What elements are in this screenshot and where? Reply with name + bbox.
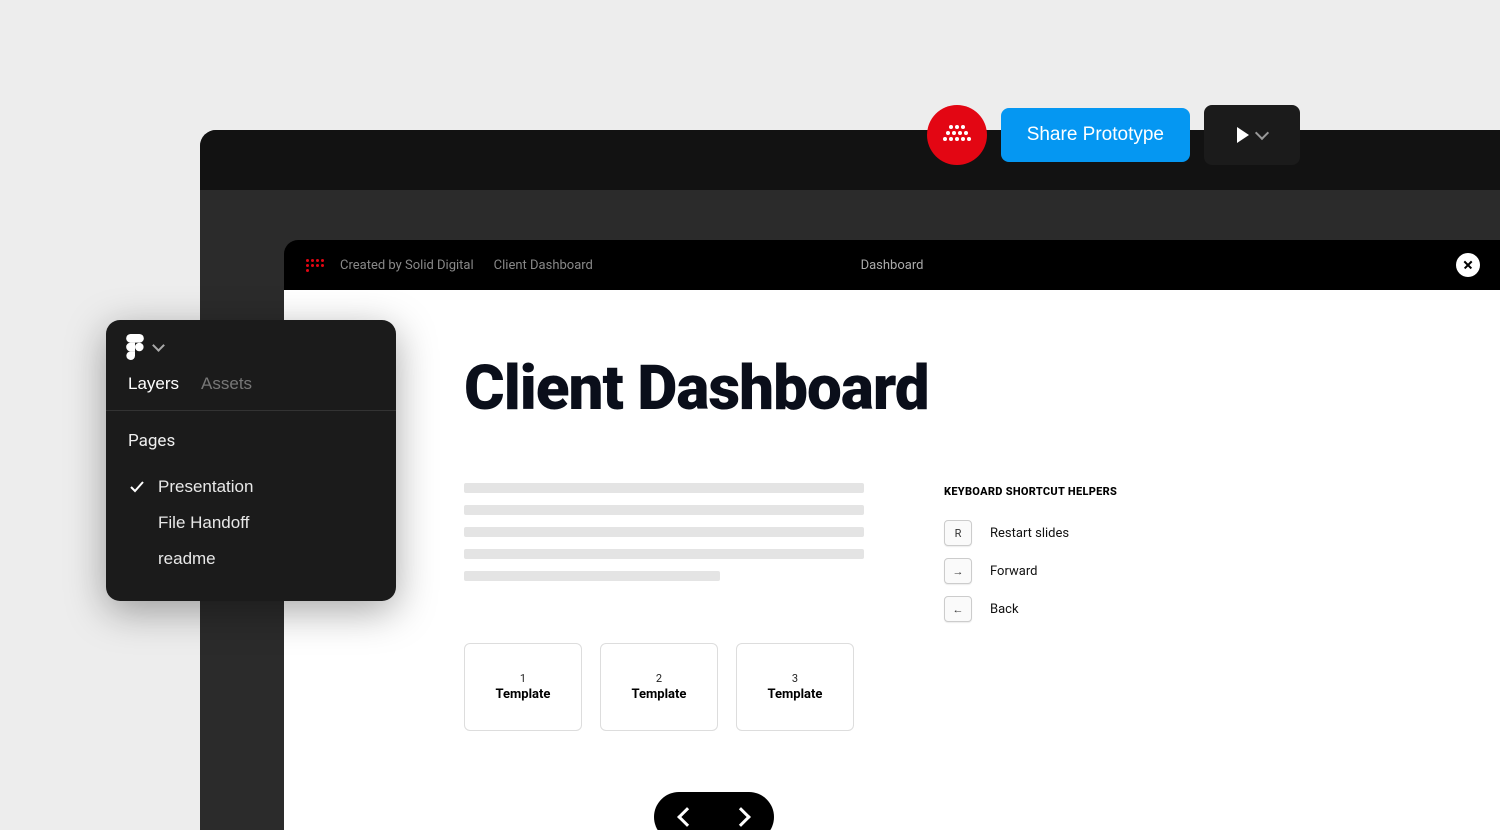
template-label: Template xyxy=(496,687,551,702)
shortcut-label: Forward xyxy=(990,564,1037,579)
templates-row: 1 Template 2 Template 3 Template xyxy=(464,643,864,731)
page-label: readme xyxy=(158,549,216,569)
preview-header: Created by Solid Digital Client Dashboar… xyxy=(284,240,1500,290)
app-titlebar xyxy=(200,130,1500,190)
template-label: Template xyxy=(768,687,823,702)
shortcut-label: Back xyxy=(990,602,1019,617)
content-area: Client Dashboard 1 Template xyxy=(284,290,1500,830)
shortcuts-panel: KEYBOARD SHORTCUT HELPERS R Restart slid… xyxy=(944,483,1117,731)
shortcut-row: ← Back xyxy=(944,596,1117,622)
page-item-file-handoff[interactable]: File Handoff xyxy=(128,505,374,541)
keyboard-key: ← xyxy=(944,596,972,622)
play-icon xyxy=(1237,127,1249,143)
template-number: 3 xyxy=(792,672,798,685)
page-label: Presentation xyxy=(158,477,253,497)
created-by-text: Created by Solid Digital xyxy=(340,258,474,273)
template-label: Template xyxy=(632,687,687,702)
tab-assets[interactable]: Assets xyxy=(201,374,252,394)
pages-heading: Pages xyxy=(128,431,374,451)
shortcut-row: R Restart slides xyxy=(944,520,1117,546)
page-item-readme[interactable]: readme xyxy=(128,541,374,577)
figma-layers-panel: Layers Assets Pages Presentation File Ha… xyxy=(106,320,396,601)
file-name-text: Client Dashboard xyxy=(494,258,593,273)
template-number: 1 xyxy=(520,672,526,685)
nav-pill xyxy=(654,792,774,830)
nav-next-icon[interactable] xyxy=(731,807,751,827)
chevron-down-icon xyxy=(152,339,165,352)
brand-dots-icon xyxy=(943,125,971,145)
shortcuts-heading: KEYBOARD SHORTCUT HELPERS xyxy=(944,485,1117,498)
page-label: File Handoff xyxy=(158,513,249,533)
nav-prev-icon[interactable] xyxy=(677,807,697,827)
close-icon[interactable] xyxy=(1456,253,1480,277)
template-number: 2 xyxy=(656,672,662,685)
top-controls: Share Prototype xyxy=(927,105,1300,165)
keyboard-key: → xyxy=(944,558,972,584)
brand-avatar[interactable] xyxy=(927,105,987,165)
page-item-presentation[interactable]: Presentation xyxy=(128,469,374,505)
figma-pages-list: Pages Presentation File Handoff readme xyxy=(106,411,396,601)
chevron-down-icon xyxy=(1255,126,1269,140)
preview-center-title: Dashboard xyxy=(861,258,924,273)
check-icon xyxy=(128,478,146,496)
figma-menu-button[interactable] xyxy=(106,320,396,374)
share-prototype-button[interactable]: Share Prototype xyxy=(1001,108,1190,162)
template-card[interactable]: 3 Template xyxy=(736,643,854,731)
figma-logo-icon xyxy=(126,334,144,360)
brand-dots-icon xyxy=(306,259,326,272)
tab-layers[interactable]: Layers xyxy=(128,374,179,394)
keyboard-key: R xyxy=(944,520,972,546)
template-card[interactable]: 1 Template xyxy=(464,643,582,731)
template-card[interactable]: 2 Template xyxy=(600,643,718,731)
present-button[interactable] xyxy=(1204,105,1300,165)
shortcut-label: Restart slides xyxy=(990,526,1069,541)
placeholder-text-block xyxy=(464,483,864,581)
figma-tabs: Layers Assets xyxy=(106,374,396,411)
shortcut-row: → Forward xyxy=(944,558,1117,584)
page-title: Client Dashboard xyxy=(464,352,1500,425)
preview-window: Created by Solid Digital Client Dashboar… xyxy=(284,240,1500,830)
